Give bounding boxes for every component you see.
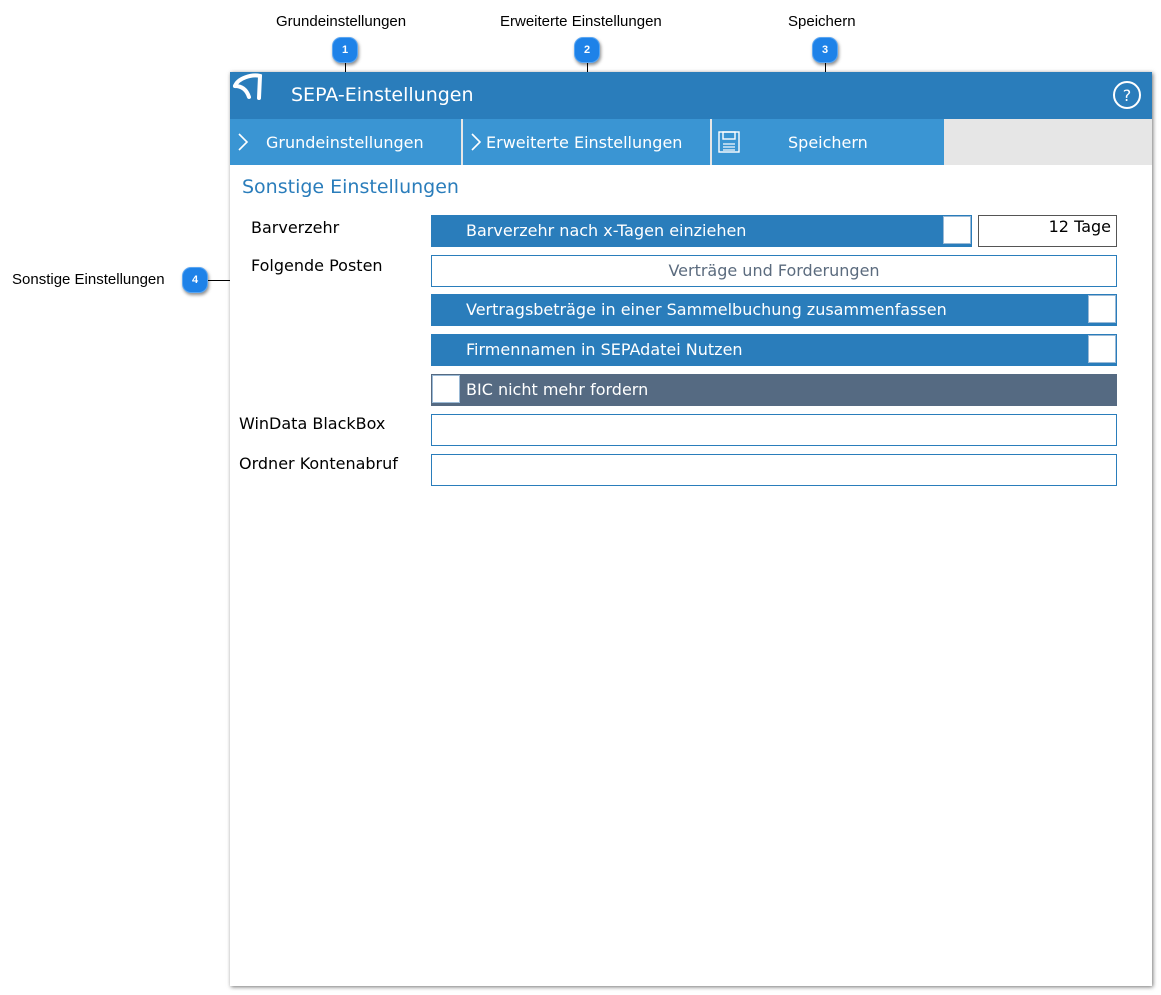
posten-label: Folgende Posten	[251, 256, 383, 275]
tab-erweiterte-einstellungen[interactable]: Erweiterte Einstellungen	[463, 119, 710, 165]
sammelbuchung-toggle-label: Vertragsbeträge in einer Sammelbuchung z…	[466, 300, 947, 319]
tab-speichern[interactable]: Speichern	[712, 119, 944, 165]
callout-badge-4: 4	[182, 267, 208, 293]
help-icon: ?	[1122, 85, 1132, 105]
callout-label-4: Sonstige Einstellungen	[12, 271, 165, 288]
barverzehr-toggle-label: Barverzehr nach x-Tagen einziehen	[466, 221, 747, 240]
callout-badge-1: 1	[332, 37, 358, 63]
firmennamen-checkbox[interactable]	[1088, 335, 1116, 363]
tab-grundeinstellungen[interactable]: Grundeinstellungen	[230, 119, 461, 165]
ordner-input[interactable]	[431, 454, 1117, 486]
floppy-disk-icon	[718, 131, 740, 153]
sammelbuchung-toggle[interactable]: Vertragsbeträge in einer Sammelbuchung z…	[431, 294, 1117, 326]
bic-checkbox[interactable]	[432, 375, 460, 403]
bic-toggle-label: BIC nicht mehr fordern	[466, 380, 649, 399]
barverzehr-checkbox[interactable]	[943, 216, 971, 244]
section-title: Sonstige Einstellungen	[242, 176, 459, 198]
firmennamen-toggle[interactable]: Firmennamen in SEPAdatei Nutzen	[431, 334, 1117, 366]
tab-label: Speichern	[788, 133, 868, 152]
bic-toggle[interactable]: BIC nicht mehr fordern	[431, 374, 1117, 406]
tab-bar: Grundeinstellungen Erweiterte Einstellun…	[230, 119, 1152, 165]
callout-badge-3: 3	[812, 37, 838, 63]
firmennamen-toggle-label: Firmennamen in SEPAdatei Nutzen	[466, 340, 743, 359]
vertraege-forderungen-button[interactable]: Verträge und Forderungen	[431, 255, 1117, 287]
tab-label: Erweiterte Einstellungen	[486, 133, 683, 152]
blackbox-input[interactable]	[431, 414, 1117, 446]
window-title: SEPA-Einstellungen	[291, 84, 474, 106]
sepa-settings-window: SEPA-Einstellungen ? Grundeinstellungen …	[230, 72, 1152, 986]
tab-label: Grundeinstellungen	[266, 133, 424, 152]
barverzehr-label: Barverzehr	[251, 218, 340, 237]
title-bar: SEPA-Einstellungen ?	[230, 72, 1152, 119]
help-button[interactable]: ?	[1113, 81, 1141, 109]
sammelbuchung-checkbox[interactable]	[1088, 295, 1116, 323]
barverzehr-days-field[interactable]: 12 Tage	[978, 215, 1117, 247]
callout-label-2: Erweiterte Einstellungen	[500, 13, 662, 30]
callout-label-3: Speichern	[788, 13, 856, 30]
app-logo-icon	[233, 73, 263, 100]
barverzehr-toggle[interactable]: Barverzehr nach x-Tagen einziehen	[431, 215, 972, 247]
chevron-right-icon	[471, 133, 482, 151]
ordner-label: Ordner Kontenabruf	[239, 454, 398, 473]
blackbox-label: WinData BlackBox	[239, 414, 386, 433]
callout-label-1: Grundeinstellungen	[276, 13, 407, 30]
chevron-right-icon	[238, 133, 249, 151]
callout-badge-2: 2	[574, 37, 600, 63]
